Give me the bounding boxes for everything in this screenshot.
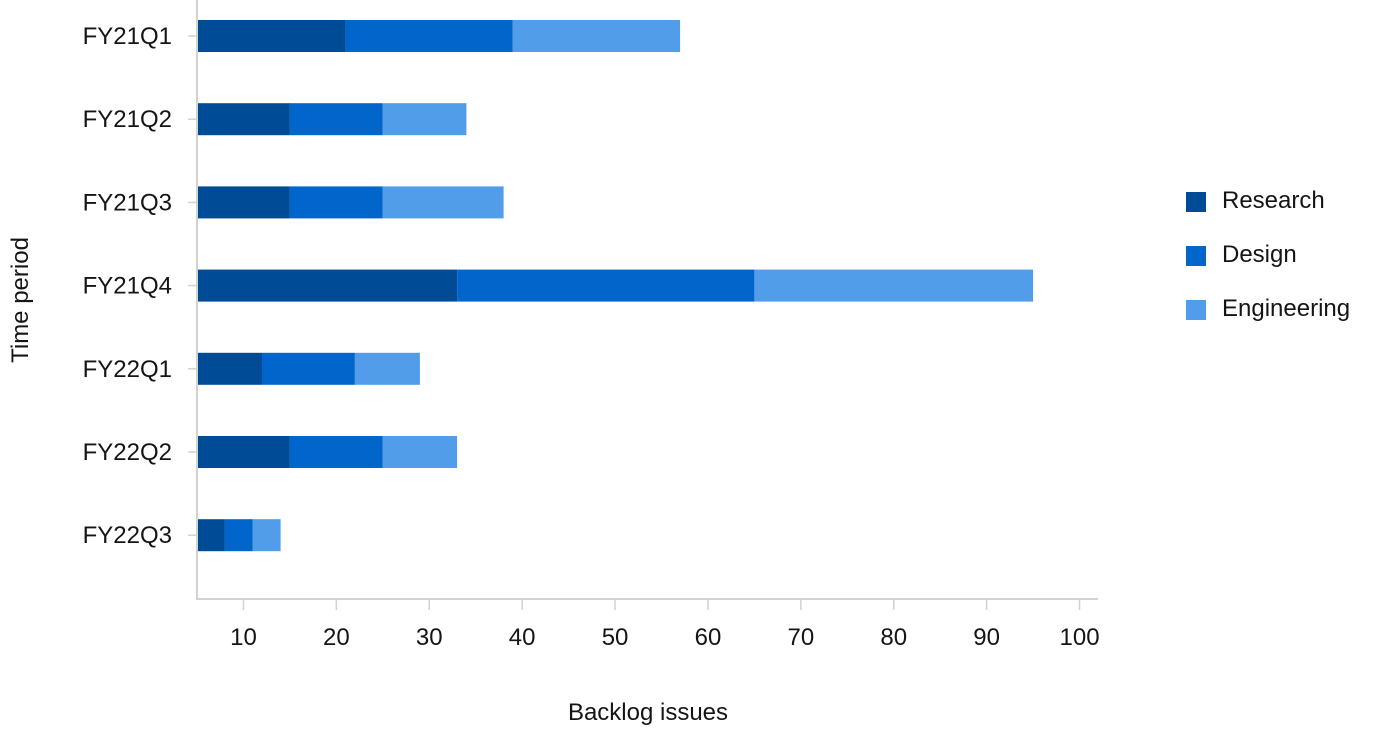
bar-segment-engineering-fy21q3 [382, 186, 504, 219]
legend-item-design[interactable]: Design [1186, 241, 1297, 268]
bar-segment-research-fy21q1 [198, 20, 346, 52]
legend-label: Research [1222, 187, 1325, 214]
x-tick-label: 10 [230, 624, 257, 651]
x-tick-label: 20 [323, 624, 350, 651]
bar-segment-research-fy22q2 [198, 436, 290, 468]
bar-segment-research-fy22q3 [198, 519, 225, 552]
bar-segment-design-fy22q3 [224, 519, 253, 552]
y-tick-label: FY22Q1 [83, 356, 172, 383]
legend-swatch-icon [1186, 192, 1206, 212]
x-tick-label: 80 [880, 624, 907, 651]
y-tick-label: FY21Q2 [83, 106, 172, 133]
legend-label: Design [1222, 241, 1297, 268]
y-ticks: FY21Q1 FY21Q2 FY21Q3 FY21Q4 FY22Q1 FY22Q2 FY22… [83, 23, 197, 549]
bar-segment-design-fy22q1 [262, 352, 355, 385]
x-tick-label: 60 [695, 624, 722, 651]
bar-segment-engineering-fy22q3 [252, 519, 281, 552]
y-tick-label: FY21Q3 [83, 189, 172, 216]
bar-segment-research-fy22q1 [198, 352, 262, 385]
x-ticks: 10 20 30 40 50 60 70 80 90 100 [230, 600, 1100, 651]
legend: Research Design Engineering [1186, 187, 1350, 322]
y-tick-label: FY22Q2 [83, 439, 172, 466]
legend-item-engineering[interactable]: Engineering [1186, 295, 1350, 322]
x-tick-label: 90 [973, 624, 1000, 651]
chart-canvas: 10 20 30 40 50 60 70 80 90 100 FY21Q1 FY21Q2 FY21Q3… [7, 0, 1350, 726]
bar-segment-engineering-fy22q1 [354, 352, 420, 385]
bar-segment-design-fy21q1 [345, 20, 513, 52]
x-axis-title: Backlog issues [568, 699, 728, 726]
x-tick-label: 70 [787, 624, 814, 651]
y-tick-label: FY21Q4 [83, 273, 172, 300]
stacked-bar-chart: 10 20 30 40 50 60 70 80 90 100 FY21Q1 FY21Q2 FY21Q3… [0, 0, 1380, 732]
bar-segment-design-fy21q4 [457, 269, 755, 302]
bar-segment-design-fy21q2 [289, 103, 383, 136]
bars-layer [198, 20, 1034, 552]
legend-swatch-icon [1186, 300, 1206, 320]
x-tick-label: 40 [509, 624, 536, 651]
bar-segment-engineering-fy22q2 [382, 436, 458, 468]
x-tick-label: 100 [1060, 624, 1100, 651]
y-axis-title: Time period [7, 237, 34, 363]
bar-segment-engineering-fy21q2 [382, 103, 467, 136]
legend-item-research[interactable]: Research [1186, 187, 1325, 214]
legend-swatch-icon [1186, 246, 1206, 266]
legend-label: Engineering [1222, 295, 1350, 322]
bar-segment-research-fy21q3 [198, 186, 290, 219]
y-tick-label: FY22Q3 [83, 522, 172, 549]
bar-segment-design-fy22q2 [289, 436, 383, 468]
bar-segment-engineering-fy21q4 [754, 269, 1034, 302]
bar-segment-engineering-fy21q1 [512, 20, 681, 52]
bar-segment-research-fy21q4 [198, 269, 458, 302]
bar-segment-research-fy21q2 [198, 103, 290, 136]
x-tick-label: 50 [602, 624, 629, 651]
x-tick-label: 30 [416, 624, 443, 651]
bar-segment-design-fy21q3 [289, 186, 383, 219]
y-tick-label: FY21Q1 [83, 23, 172, 50]
